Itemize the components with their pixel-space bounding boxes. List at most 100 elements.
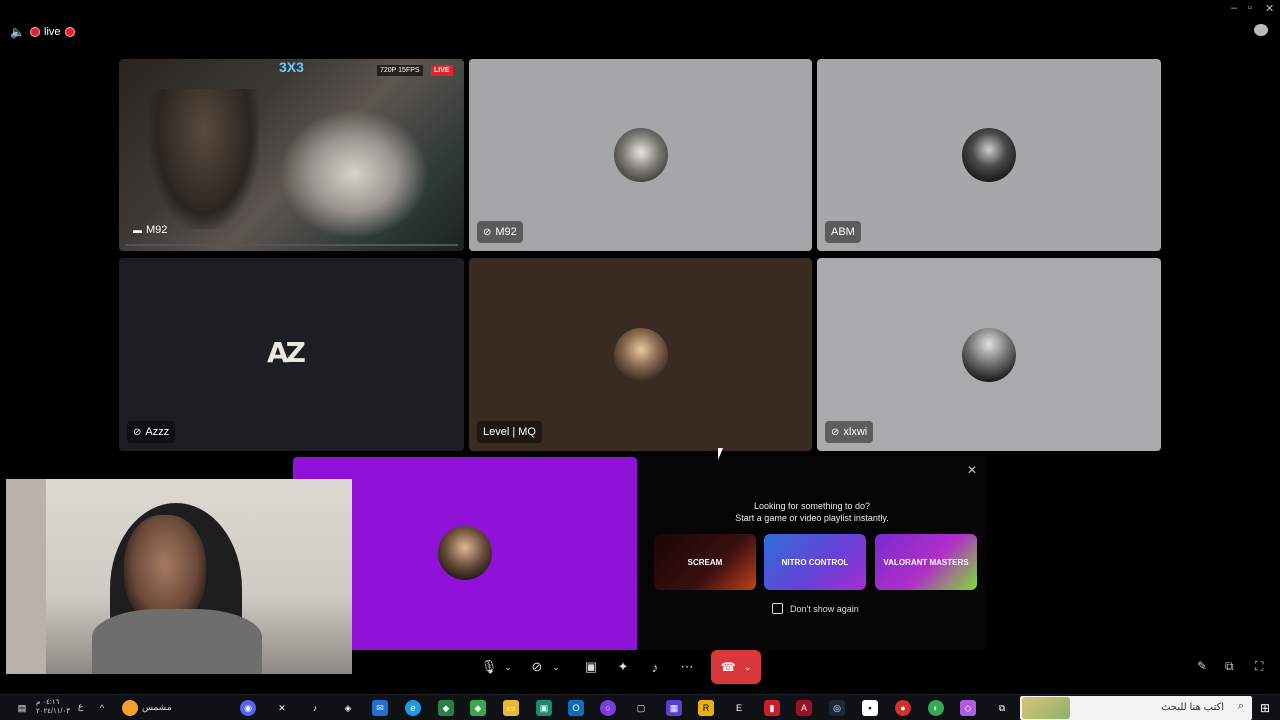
stream-person [149, 89, 259, 229]
participant-tile[interactable]: Level | MQ [469, 258, 812, 451]
app-icon[interactable]: R [698, 700, 714, 716]
participant-name-tag: ABM [825, 221, 861, 243]
search-placeholder: اكتب هنا للبحث [1161, 702, 1224, 713]
x-icon[interactable]: ✕ [274, 700, 290, 716]
weather-label: مشمس [142, 702, 172, 712]
epic-games-icon[interactable]: E [731, 700, 747, 716]
activity-card-nitro-control[interactable]: NITRO CONTROL [764, 534, 866, 590]
language-indicator[interactable]: ع [78, 701, 83, 712]
notification-icon[interactable]: ▤ [14, 700, 30, 716]
live-label: live [44, 26, 61, 38]
pop-out-icon[interactable]: ⧉ [1225, 659, 1234, 674]
mic-muted-icon: ⊘ [483, 226, 492, 238]
chat-icon[interactable] [1254, 24, 1268, 36]
participant-name: Level | MQ [483, 426, 536, 438]
tiktok-icon[interactable]: ♪ [307, 700, 323, 716]
chrome-icon[interactable]: ◐ [928, 700, 944, 716]
top-bar: 🔈 live – ▫ ✕ [0, 0, 1280, 58]
stream-progress-bar[interactable] [125, 244, 458, 246]
close-window-icon[interactable]: ✕ [1265, 2, 1274, 15]
chevron-down-icon[interactable]: ⌄ [501, 654, 515, 680]
close-icon[interactable]: ✕ [967, 463, 977, 477]
dont-show-label: Don't show again [790, 604, 859, 614]
participant-name-tag: ⊘ M92 [477, 221, 523, 243]
more-icon[interactable]: ⋯ [676, 654, 698, 680]
participant-name: ABM [831, 226, 855, 238]
outlook-icon[interactable]: O [568, 700, 584, 716]
clock[interactable]: ٠٤:١٦ م ٢٠٢٤/١١/٠٣ [36, 698, 70, 716]
stream-tile[interactable]: 3X3 720P 15FPS LIVE ▬ M92 [119, 59, 464, 251]
task-view-icon[interactable]: ⧉ [994, 700, 1010, 716]
phone-hangup-icon: ☎ [720, 660, 736, 674]
dont-show-checkbox[interactable] [772, 603, 783, 614]
app-icon[interactable]: ▢ [633, 700, 649, 716]
app-icon[interactable]: ▣ [536, 700, 552, 716]
activity-subline: Start a game or video playlist instantly… [735, 513, 889, 523]
live-dot-icon [30, 27, 40, 37]
activity-card-valorant[interactable]: VALORANT MASTERS [875, 534, 977, 590]
participant-name: M92 [146, 224, 168, 236]
chevron-down-icon[interactable]: ⌄ [549, 654, 563, 680]
activity-card-label: VALORANT MASTERS [883, 557, 969, 567]
live-dot-icon [64, 27, 75, 37]
app-icon[interactable]: ● [895, 700, 911, 716]
participant-name-tag: ⊘ xlxwi [825, 421, 874, 443]
clock-time: ٠٤:١٦ م [36, 699, 60, 706]
avatar [962, 128, 1016, 182]
windows-start-icon[interactable]: ⊞ [1257, 700, 1273, 716]
participant-name-tag: ▬ M92 [127, 219, 173, 241]
screen-share-icon[interactable]: ▣ [580, 654, 602, 680]
pin-icon[interactable]: ✎ [1197, 659, 1207, 673]
app-icon[interactable]: ◈ [340, 700, 356, 716]
activity-icon[interactable]: ✦ [612, 654, 634, 680]
app-icon[interactable]: ▪ [862, 700, 878, 716]
app-icon[interactable]: ◆ [438, 700, 454, 716]
participant-tile[interactable]: ⊘ M92 [469, 59, 812, 251]
mic-muted-icon: ⊘ [831, 426, 840, 438]
avatar [613, 327, 668, 382]
fullscreen-icon[interactable]: ⛶ [1255, 659, 1263, 674]
discord-icon[interactable]: ◉ [240, 700, 256, 716]
participant-tile[interactable]: ⊘ xlxwi [817, 258, 1161, 451]
app-icon[interactable]: ▦ [666, 700, 682, 716]
mic-muted-icon: ⊘ [133, 426, 142, 438]
activity-panel: ✕ Looking for something to do? Start a g… [638, 456, 986, 650]
avatar [962, 327, 1016, 382]
mail-icon[interactable]: ✉ [372, 700, 388, 716]
activity-card-scream[interactable]: SCREAM [654, 534, 756, 590]
edge-icon[interactable]: e [405, 700, 421, 716]
participant-name: M92 [495, 226, 517, 238]
taskbar: ▤ ٠٤:١٦ م ٢٠٢٤/١١/٠٣ ع ^ مشمس ◉ ✕ ♪ ◈ ✉ … [0, 694, 1280, 720]
call-controls: 🎙 ⌄ ⊘ ⌄ ▣ ✦ ♪ ⋯ ☎ ⌄ [474, 650, 766, 684]
chevron-down-icon: ⌄ [743, 661, 752, 672]
participant-name: xlxwi [843, 426, 868, 438]
soundboard-icon[interactable]: ♪ [644, 654, 666, 680]
headset-muted-icon[interactable]: ⊘ [526, 654, 548, 680]
maximize-icon[interactable]: ▫ [1248, 2, 1252, 14]
search-box[interactable]: اكتب هنا للبحث ⌕ [1020, 696, 1252, 720]
participant-name-tag: Level | MQ [477, 421, 542, 443]
stream-person [279, 109, 429, 239]
tray-chevron-icon[interactable]: ^ [94, 700, 110, 716]
live-indicator: live [30, 24, 75, 40]
app-icon[interactable]: ◆ [470, 700, 486, 716]
participant-name: Azzz [145, 426, 170, 438]
speaker-icon[interactable]: 🔈 [10, 25, 25, 39]
avatar [613, 128, 668, 182]
app-icon[interactable]: A [796, 700, 812, 716]
clock-date: ٢٠٢٤/١١/٠٣ [36, 708, 70, 715]
app-icon[interactable]: ▮ [764, 700, 780, 716]
copilot-icon[interactable]: ◇ [960, 700, 976, 716]
mouse-cursor-icon [718, 448, 728, 460]
webcam-overlay [6, 479, 352, 674]
app-icon[interactable]: ○ [600, 700, 616, 716]
minimize-icon[interactable]: – [1231, 2, 1237, 14]
weather-icon[interactable] [122, 700, 138, 716]
mic-muted-icon[interactable]: 🎙 [478, 654, 500, 680]
participant-tile[interactable]: ABM [817, 59, 1161, 251]
end-call-button[interactable]: ☎ ⌄ [711, 650, 761, 684]
webcam-door [6, 479, 46, 674]
file-explorer-icon[interactable]: ▭ [503, 700, 519, 716]
steam-icon[interactable]: ◎ [829, 700, 845, 716]
participant-tile[interactable]: AZ ⊘ Azzz [119, 258, 464, 451]
